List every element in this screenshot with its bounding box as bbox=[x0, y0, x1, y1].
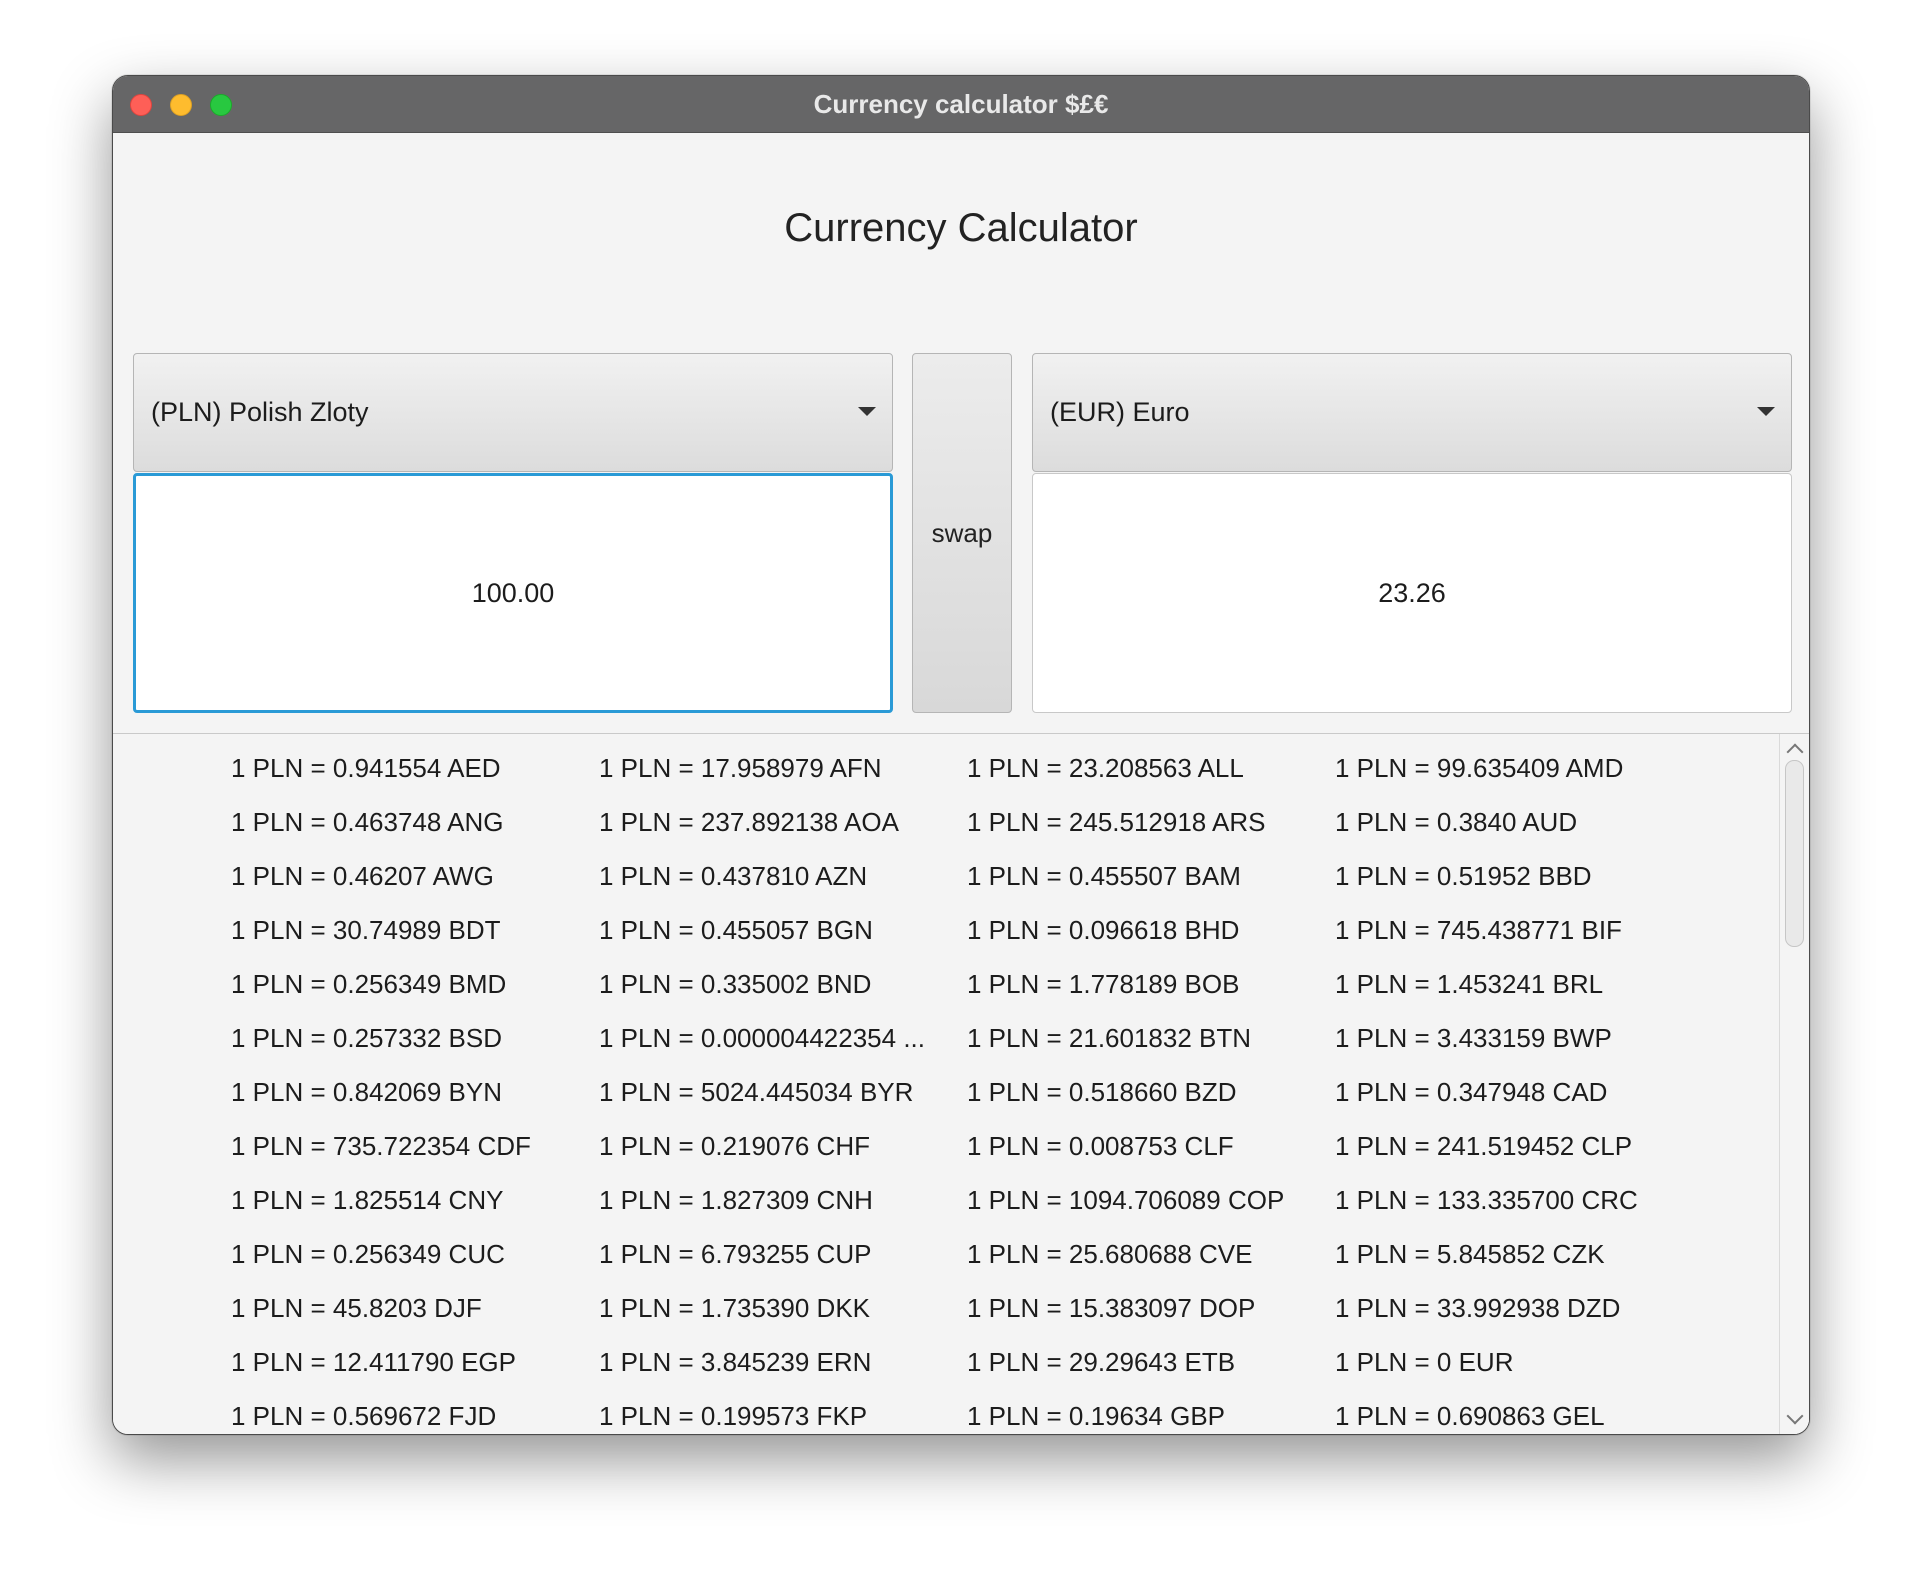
rate-item: 1 PLN = 237.892138 AOA bbox=[599, 807, 899, 837]
rate-item: 1 PLN = 45.8203 DJF bbox=[231, 1293, 482, 1323]
rate-item: 1 PLN = 1094.706089 COP bbox=[967, 1185, 1285, 1215]
rate-item: 1 PLN = 0 EUR bbox=[1335, 1347, 1514, 1377]
rate-item: 1 PLN = 1.453241 BRL bbox=[1335, 969, 1604, 999]
scroll-up-icon[interactable] bbox=[1786, 743, 1804, 761]
rate-item: 1 PLN = 0.46207 AWG bbox=[231, 861, 494, 891]
to-currency-label: (EUR) Euro bbox=[1050, 397, 1190, 427]
window-title: Currency calculator $£€ bbox=[813, 89, 1109, 119]
rate-item: 1 PLN = 0.463748 ANG bbox=[231, 807, 504, 837]
rate-item: 1 PLN = 5024.445034 BYR bbox=[599, 1077, 914, 1107]
rate-item: 1 PLN = 1.735390 DKK bbox=[599, 1293, 871, 1323]
rate-item: 1 PLN = 0.347948 CAD bbox=[1335, 1077, 1608, 1107]
app-window: Currency calculator $£€ Currency Calcula… bbox=[112, 75, 1810, 1435]
rate-item: 1 PLN = 0.256349 BMD bbox=[231, 969, 507, 999]
rate-item: 1 PLN = 15.383097 DOP bbox=[967, 1293, 1256, 1323]
rate-item: 1 PLN = 17.958979 AFN bbox=[599, 753, 882, 783]
rate-item: 1 PLN = 3.433159 BWP bbox=[1335, 1023, 1612, 1053]
rate-item: 1 PLN = 0.000004422354 ... bbox=[599, 1023, 925, 1053]
from-amount-input[interactable]: 100.00 bbox=[133, 473, 893, 713]
rate-item: 1 PLN = 1.778189 BOB bbox=[967, 969, 1240, 999]
rate-item: 1 PLN = 0.096618 BHD bbox=[967, 915, 1240, 945]
rate-item: 1 PLN = 0.437810 AZN bbox=[599, 861, 868, 891]
title-bar: Currency calculator $£€ bbox=[113, 76, 1809, 133]
rate-item: 1 PLN = 0.51952 BBD bbox=[1335, 861, 1592, 891]
from-currency-select[interactable]: (PLN) Polish Zloty bbox=[133, 353, 893, 472]
rate-item: 1 PLN = 0.690863 GEL bbox=[1335, 1401, 1605, 1431]
rate-item: 1 PLN = 0.008753 CLF bbox=[967, 1131, 1234, 1161]
rate-item: 1 PLN = 0.256349 CUC bbox=[231, 1239, 505, 1269]
rate-item: 1 PLN = 3.845239 ERN bbox=[599, 1347, 872, 1377]
rate-item: 1 PLN = 0.455057 BGN bbox=[599, 915, 873, 945]
rate-item: 1 PLN = 735.722354 CDF bbox=[231, 1131, 531, 1161]
rate-item: 1 PLN = 0.335002 BND bbox=[599, 969, 872, 999]
rate-item: 1 PLN = 99.635409 AMD bbox=[1335, 753, 1624, 783]
from-currency-label: (PLN) Polish Zloty bbox=[151, 397, 369, 427]
page-title: Currency Calculator bbox=[784, 206, 1138, 250]
rate-item: 1 PLN = 0.257332 BSD bbox=[231, 1023, 503, 1053]
rate-item: 1 PLN = 29.29643 ETB bbox=[967, 1347, 1236, 1377]
rates-list[interactable]: 1 PLN = 0.941554 AED 1 PLN = 17.958979 AF… bbox=[113, 733, 1809, 1434]
rate-item: 1 PLN = 0.3840 AUD bbox=[1335, 807, 1578, 837]
rate-item: 1 PLN = 0.219076 CHF bbox=[599, 1131, 870, 1161]
to-currency-select[interactable]: (EUR) Euro bbox=[1032, 353, 1792, 472]
rate-item: 1 PLN = 0.842069 BYN bbox=[231, 1077, 503, 1107]
rate-item: 1 PLN = 0.199573 FKP bbox=[599, 1401, 868, 1431]
rate-item: 1 PLN = 21.601832 BTN bbox=[967, 1023, 1252, 1053]
scroll-down-icon[interactable] bbox=[1786, 1407, 1804, 1425]
rate-item: 1 PLN = 1.827309 CNH bbox=[599, 1185, 873, 1215]
rate-item: 1 PLN = 1.825514 CNY bbox=[231, 1185, 504, 1215]
rate-item: 1 PLN = 12.411790 EGP bbox=[231, 1347, 516, 1377]
chevron-down-icon bbox=[858, 407, 876, 416]
rate-item: 1 PLN = 241.519452 CLP bbox=[1335, 1131, 1633, 1161]
chevron-down-icon bbox=[1757, 407, 1775, 416]
rate-item: 1 PLN = 0.455507 BAM bbox=[967, 861, 1241, 891]
rate-item: 1 PLN = 30.74989 BDT bbox=[231, 915, 501, 945]
vertical-scrollbar[interactable] bbox=[1779, 734, 1809, 1434]
rate-item: 1 PLN = 6.793255 CUP bbox=[599, 1239, 872, 1269]
rate-item: 1 PLN = 745.438771 BIF bbox=[1335, 915, 1622, 945]
rates-grid: 1 PLN = 0.941554 AED 1 PLN = 17.958979 AF… bbox=[231, 751, 1711, 1434]
rate-item: 1 PLN = 245.512918 ARS bbox=[967, 807, 1266, 837]
rate-item: 1 PLN = 0.569672 FJD bbox=[231, 1401, 497, 1431]
rate-item: 1 PLN = 23.208563 ALL bbox=[967, 753, 1244, 783]
scrollbar-thumb[interactable] bbox=[1785, 760, 1804, 947]
rate-item: 1 PLN = 133.335700 CRC bbox=[1335, 1185, 1638, 1215]
rate-item: 1 PLN = 25.680688 CVE bbox=[967, 1239, 1253, 1269]
rate-item: 1 PLN = 0.19634 GBP bbox=[967, 1401, 1226, 1431]
rate-item: 1 PLN = 33.992938 DZD bbox=[1335, 1293, 1621, 1323]
swap-button[interactable]: swap bbox=[912, 353, 1012, 713]
rate-item: 1 PLN = 0.941554 AED bbox=[231, 753, 501, 783]
to-amount-field[interactable]: 23.26 bbox=[1032, 473, 1792, 713]
rate-item: 1 PLN = 0.518660 BZD bbox=[967, 1077, 1237, 1107]
rate-item: 1 PLN = 5.845852 CZK bbox=[1335, 1239, 1605, 1269]
